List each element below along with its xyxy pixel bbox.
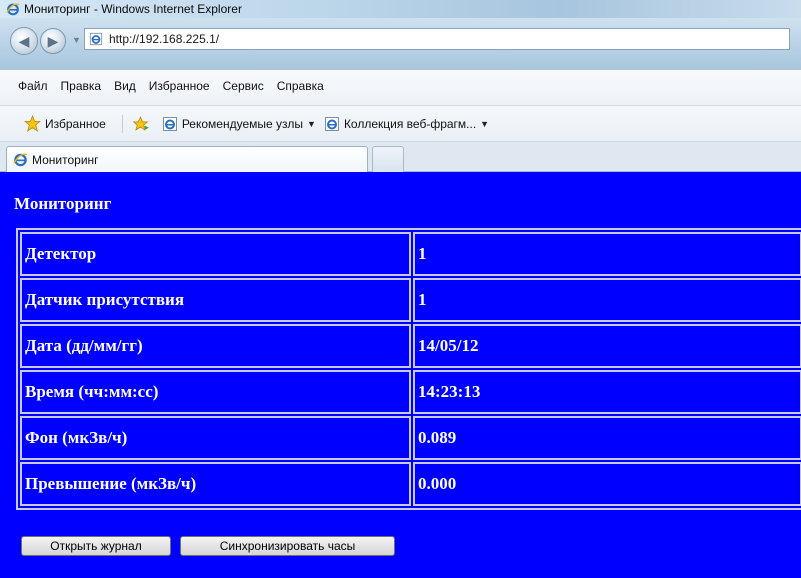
- table-row: Детектор 1: [20, 232, 801, 276]
- row-label: Фон (мкЗв/ч): [20, 416, 411, 460]
- row-value: 14/05/12: [413, 324, 801, 368]
- web-slice-gallery-label: Коллекция веб-фрагм...: [343, 116, 477, 131]
- menu-help[interactable]: Справка: [277, 79, 324, 93]
- page-content: Мониторинг Детектор 1 Датчик присутствия…: [0, 172, 801, 578]
- tab-bar: Мониторинг: [0, 142, 801, 172]
- row-label: Датчик присутствия: [20, 278, 411, 322]
- row-value: 1: [413, 278, 801, 322]
- menu-favorites[interactable]: Избранное: [149, 79, 210, 93]
- table-row: Фон (мкЗв/ч) 0.089: [20, 416, 801, 460]
- table-row: Дата (дд/мм/гг) 14/05/12: [20, 324, 801, 368]
- table-row: Датчик присутствия 1: [20, 278, 801, 322]
- menu-file[interactable]: Файл: [18, 79, 48, 93]
- table-row: Превышение (мкЗв/ч) 0.000: [20, 462, 801, 506]
- navigation-bar: ◀ ▶ ▼: [0, 18, 801, 70]
- add-favorite-button[interactable]: [132, 115, 154, 132]
- new-tab-button[interactable]: [372, 146, 404, 172]
- row-value: 0.000: [413, 462, 801, 506]
- address-input[interactable]: [109, 32, 709, 46]
- add-favorite-icon: [132, 116, 149, 131]
- favorites-label: Избранное: [45, 116, 106, 131]
- recent-pages-dropdown[interactable]: ▼: [72, 35, 81, 45]
- back-button[interactable]: ◀: [10, 27, 38, 55]
- ie-page-icon: [162, 116, 177, 131]
- menu-tools[interactable]: Сервис: [223, 79, 264, 93]
- chevron-down-icon: ▼: [307, 118, 316, 129]
- tab-label: Мониторинг: [32, 152, 99, 167]
- menu-bar: Файл Правка Вид Избранное Сервис Справка: [0, 70, 801, 106]
- web-slice-gallery-link[interactable]: Коллекция веб-фрагм... ▼: [324, 116, 489, 132]
- favorites-button[interactable]: Избранное: [24, 115, 106, 132]
- menu-view[interactable]: Вид: [114, 79, 136, 93]
- menu-edit[interactable]: Правка: [61, 79, 102, 93]
- sync-clock-button[interactable]: Синхронизировать часы: [180, 536, 395, 556]
- window-title-bar: Мониторинг - Windows Internet Explorer: [0, 0, 801, 18]
- row-value: 1: [413, 232, 801, 276]
- address-bar[interactable]: [84, 28, 790, 50]
- suggested-sites-label: Рекомендуемые узлы: [181, 116, 304, 131]
- table-row: Время (чч:мм:сс) 14:23:13: [20, 370, 801, 414]
- row-label: Превышение (мкЗв/ч): [20, 462, 411, 506]
- suggested-sites-link[interactable]: Рекомендуемые узлы ▼: [162, 116, 316, 132]
- favorites-separator: [121, 114, 123, 133]
- row-value: 14:23:13: [413, 370, 801, 414]
- chevron-down-icon: ▼: [480, 118, 490, 129]
- ie-logo-icon: [6, 3, 20, 16]
- ie-logo-icon: [13, 153, 28, 167]
- row-label: Дата (дд/мм/гг): [20, 324, 411, 368]
- star-icon: [24, 115, 41, 132]
- page-title: Мониторинг: [14, 194, 112, 213]
- row-label: Детектор: [20, 232, 411, 276]
- open-log-button[interactable]: Открыть журнал: [21, 536, 171, 556]
- favorites-bar: Избранное Рекомендуемые узлы ▼ Коллекция…: [0, 106, 801, 142]
- arrow-left-icon: ◀: [18, 32, 30, 49]
- forward-button[interactable]: ▶: [40, 28, 66, 54]
- page-icon: [89, 32, 103, 46]
- row-label: Время (чч:мм:сс): [20, 370, 411, 414]
- ie-page-icon: [324, 116, 339, 131]
- window-title: Мониторинг - Windows Internet Explorer: [24, 2, 242, 16]
- arrow-right-icon: ▶: [47, 32, 59, 49]
- action-buttons: Открыть журнал Синхронизировать часы: [21, 536, 395, 556]
- tab-monitoring[interactable]: Мониторинг: [6, 146, 368, 172]
- row-value: 0.089: [413, 416, 801, 460]
- monitoring-table: Детектор 1 Датчик присутствия 1 Дата (дд…: [16, 228, 801, 510]
